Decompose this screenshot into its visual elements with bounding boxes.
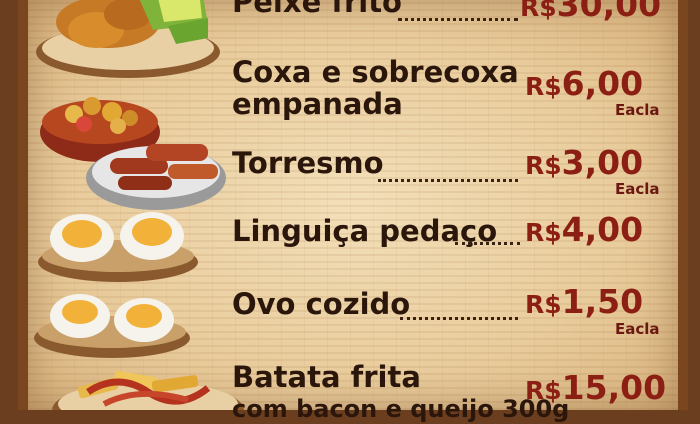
- sausage-icon: [38, 212, 198, 282]
- price-value: 4,00: [561, 210, 644, 249]
- item-price: R$4,00: [525, 212, 643, 254]
- price-unit: Eacla: [615, 320, 660, 338]
- dot-leader: [455, 238, 520, 245]
- item-name-line2: com bacon e queijo 300g: [232, 395, 570, 423]
- item-name: Torresmo: [232, 146, 384, 180]
- item-name-line2: empanada: [232, 87, 403, 121]
- price-value: 30,00: [556, 0, 662, 24]
- bacon-cheese-fries-icon: [52, 370, 244, 410]
- price-currency: R$: [525, 151, 562, 180]
- item-price: R$15,00: [525, 370, 666, 412]
- price-value: 6,00: [561, 64, 644, 103]
- price-currency: R$: [520, 0, 557, 22]
- food-illustrations: [34, 0, 244, 410]
- price-currency: R$: [525, 290, 562, 319]
- price-value: 15,00: [561, 368, 667, 407]
- dot-leader: [378, 175, 518, 182]
- price-unit: Eacla: [615, 101, 660, 119]
- fried-fish-icon: [36, 0, 220, 78]
- item-name-line1: Batata frita: [232, 360, 421, 394]
- boiled-egg-icon: [34, 294, 190, 358]
- dot-leader: [398, 14, 518, 21]
- item-name-line1: Coxa e sobrecoxa: [232, 55, 519, 89]
- price-value: 1,50: [561, 282, 644, 321]
- dot-leader: [400, 313, 518, 320]
- price-unit: Eacla: [615, 180, 660, 198]
- price-value: 3,00: [561, 143, 644, 182]
- item-name: Ovo cozido: [232, 287, 411, 321]
- price-currency: R$: [525, 218, 562, 247]
- price-currency: R$: [525, 72, 562, 101]
- item-price: R$30,00: [520, 0, 661, 29]
- price-currency: R$: [525, 376, 562, 405]
- item-name: Peixe frito: [232, 0, 402, 19]
